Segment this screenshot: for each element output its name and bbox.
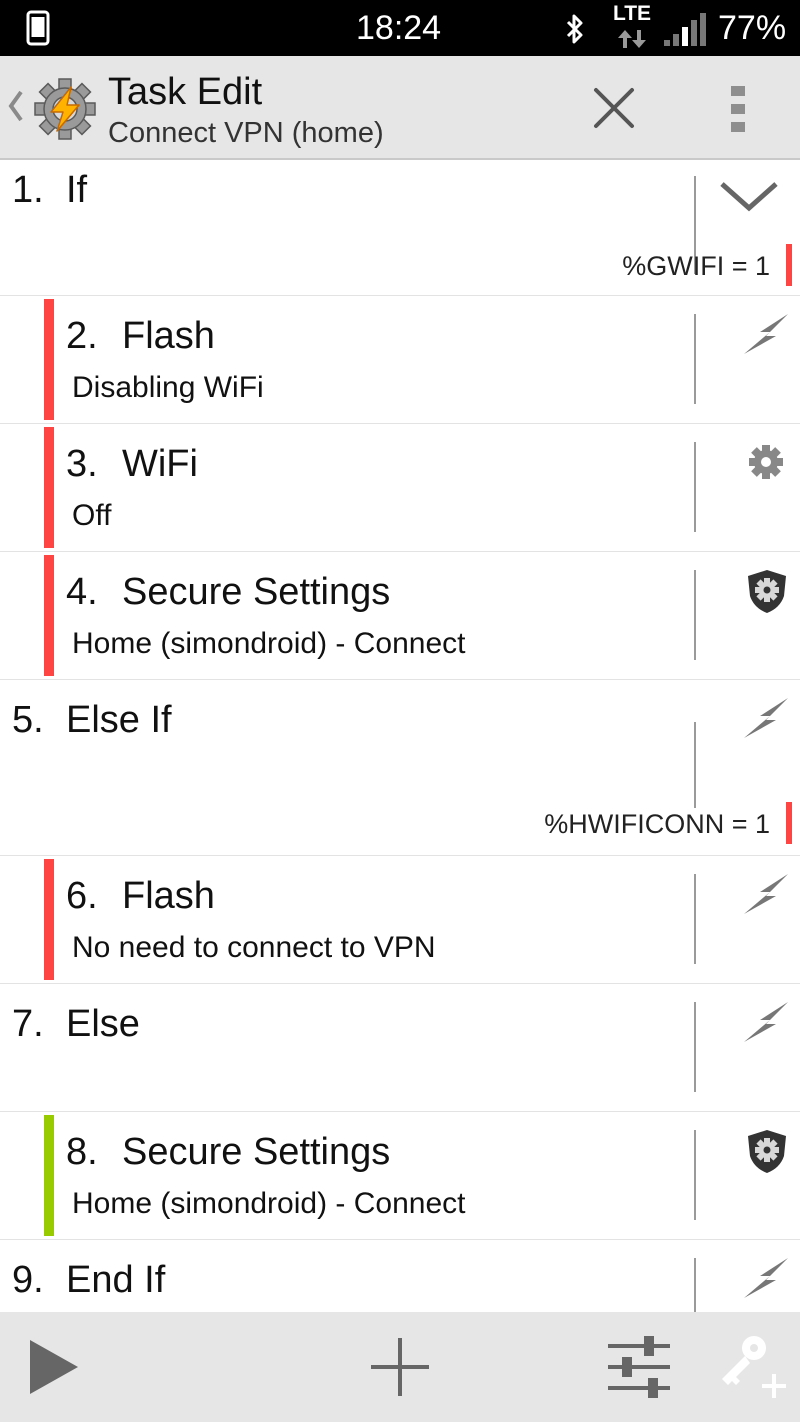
action-number: 6. [66, 875, 98, 917]
action-name: WiFi [122, 443, 198, 485]
bluetooth-icon [566, 14, 583, 44]
flash-icon [744, 1258, 788, 1298]
action-row-if[interactable]: 1. If %GWIFI = 1 [0, 162, 800, 296]
block-indent-bar [44, 427, 54, 548]
flash-icon [744, 1002, 788, 1042]
condition-marker [786, 802, 792, 844]
task-name: Connect VPN (home) [108, 117, 384, 149]
sliders-icon[interactable] [604, 1332, 674, 1402]
row-divider [694, 1130, 696, 1220]
action-name: Else If [66, 699, 172, 741]
data-arrows-icon [618, 30, 646, 48]
status-bar: 18:24 LTE 77% [0, 0, 800, 56]
action-name: Secure Settings [122, 1131, 391, 1173]
flash-icon [744, 314, 788, 354]
action-bar: Task Edit Connect VPN (home) [0, 56, 800, 160]
action-number: 4. [66, 571, 98, 613]
block-indent-bar [44, 299, 54, 420]
block-indent-bar [44, 555, 54, 676]
condition-marker [786, 244, 792, 286]
battery-level: 77% [718, 9, 787, 47]
bottom-toolbar [0, 1312, 800, 1422]
back-chevron-icon[interactable] [6, 86, 26, 126]
action-number: 2. [66, 315, 98, 357]
action-name: End If [66, 1259, 166, 1301]
key-add-icon[interactable] [714, 1328, 792, 1406]
gear-icon [749, 445, 783, 479]
shield-gear-icon [748, 570, 786, 613]
add-icon[interactable] [365, 1332, 435, 1402]
row-divider [694, 874, 696, 964]
block-indent-bar [44, 859, 54, 980]
overflow-menu-icon[interactable] [718, 80, 758, 136]
action-name: Secure Settings [122, 571, 391, 613]
signal-icon [664, 13, 706, 46]
action-detail: Home (simondroid) - Connect [72, 627, 466, 660]
action-name: If [66, 169, 88, 211]
action-number: 1. [12, 169, 44, 211]
action-detail: Off [72, 499, 112, 532]
tasker-app-icon[interactable] [30, 78, 100, 140]
block-indent-bar [44, 1115, 54, 1236]
action-number: 9. [12, 1259, 44, 1301]
page-title: Task Edit [108, 71, 263, 113]
action-number: 8. [66, 1131, 98, 1173]
flash-icon [744, 698, 788, 738]
action-row-else-if[interactable]: 5. Else If %HWIFICONN = 1 [0, 680, 800, 856]
shield-gear-icon [748, 1130, 786, 1173]
row-divider [694, 442, 696, 532]
action-detail: No need to connect to VPN [72, 931, 436, 964]
action-row-end-if[interactable]: 9. End If [0, 1240, 800, 1312]
flash-icon [744, 874, 788, 914]
action-row-secure-settings[interactable]: 8. Secure Settings Home (simondroid) - C… [0, 1112, 800, 1240]
action-number: 5. [12, 699, 44, 741]
action-row-wifi[interactable]: 3. WiFi Off [0, 424, 800, 552]
close-icon[interactable] [586, 80, 642, 136]
action-name: Flash [122, 315, 215, 357]
play-icon[interactable] [20, 1332, 90, 1402]
action-detail: Home (simondroid) - Connect [72, 1187, 466, 1220]
action-row-secure-settings[interactable]: 4. Secure Settings Home (simondroid) - C… [0, 552, 800, 680]
row-divider [694, 314, 696, 404]
action-list: 1. If %GWIFI = 1 2. Flash Disabling WiFi… [0, 162, 800, 1312]
action-detail: Disabling WiFi [72, 371, 264, 404]
row-divider [694, 570, 696, 660]
row-divider [694, 722, 696, 808]
action-row-else[interactable]: 7. Else [0, 984, 800, 1112]
action-number: 3. [66, 443, 98, 485]
network-indicator: LTE [612, 2, 652, 48]
action-condition: %GWIFI = 1 [622, 251, 770, 281]
action-number: 7. [12, 1003, 44, 1045]
action-name: Else [66, 1003, 140, 1045]
action-row-flash[interactable]: 6. Flash No need to connect to VPN [0, 856, 800, 984]
chevron-down-icon[interactable] [718, 178, 780, 214]
action-name: Flash [122, 875, 215, 917]
phone-icon [26, 10, 50, 46]
action-row-flash[interactable]: 2. Flash Disabling WiFi [0, 296, 800, 424]
row-divider [694, 1002, 696, 1092]
network-type: LTE [612, 2, 652, 25]
clock: 18:24 [356, 9, 442, 47]
action-condition: %HWIFICONN = 1 [544, 809, 770, 839]
row-divider [694, 1258, 696, 1312]
